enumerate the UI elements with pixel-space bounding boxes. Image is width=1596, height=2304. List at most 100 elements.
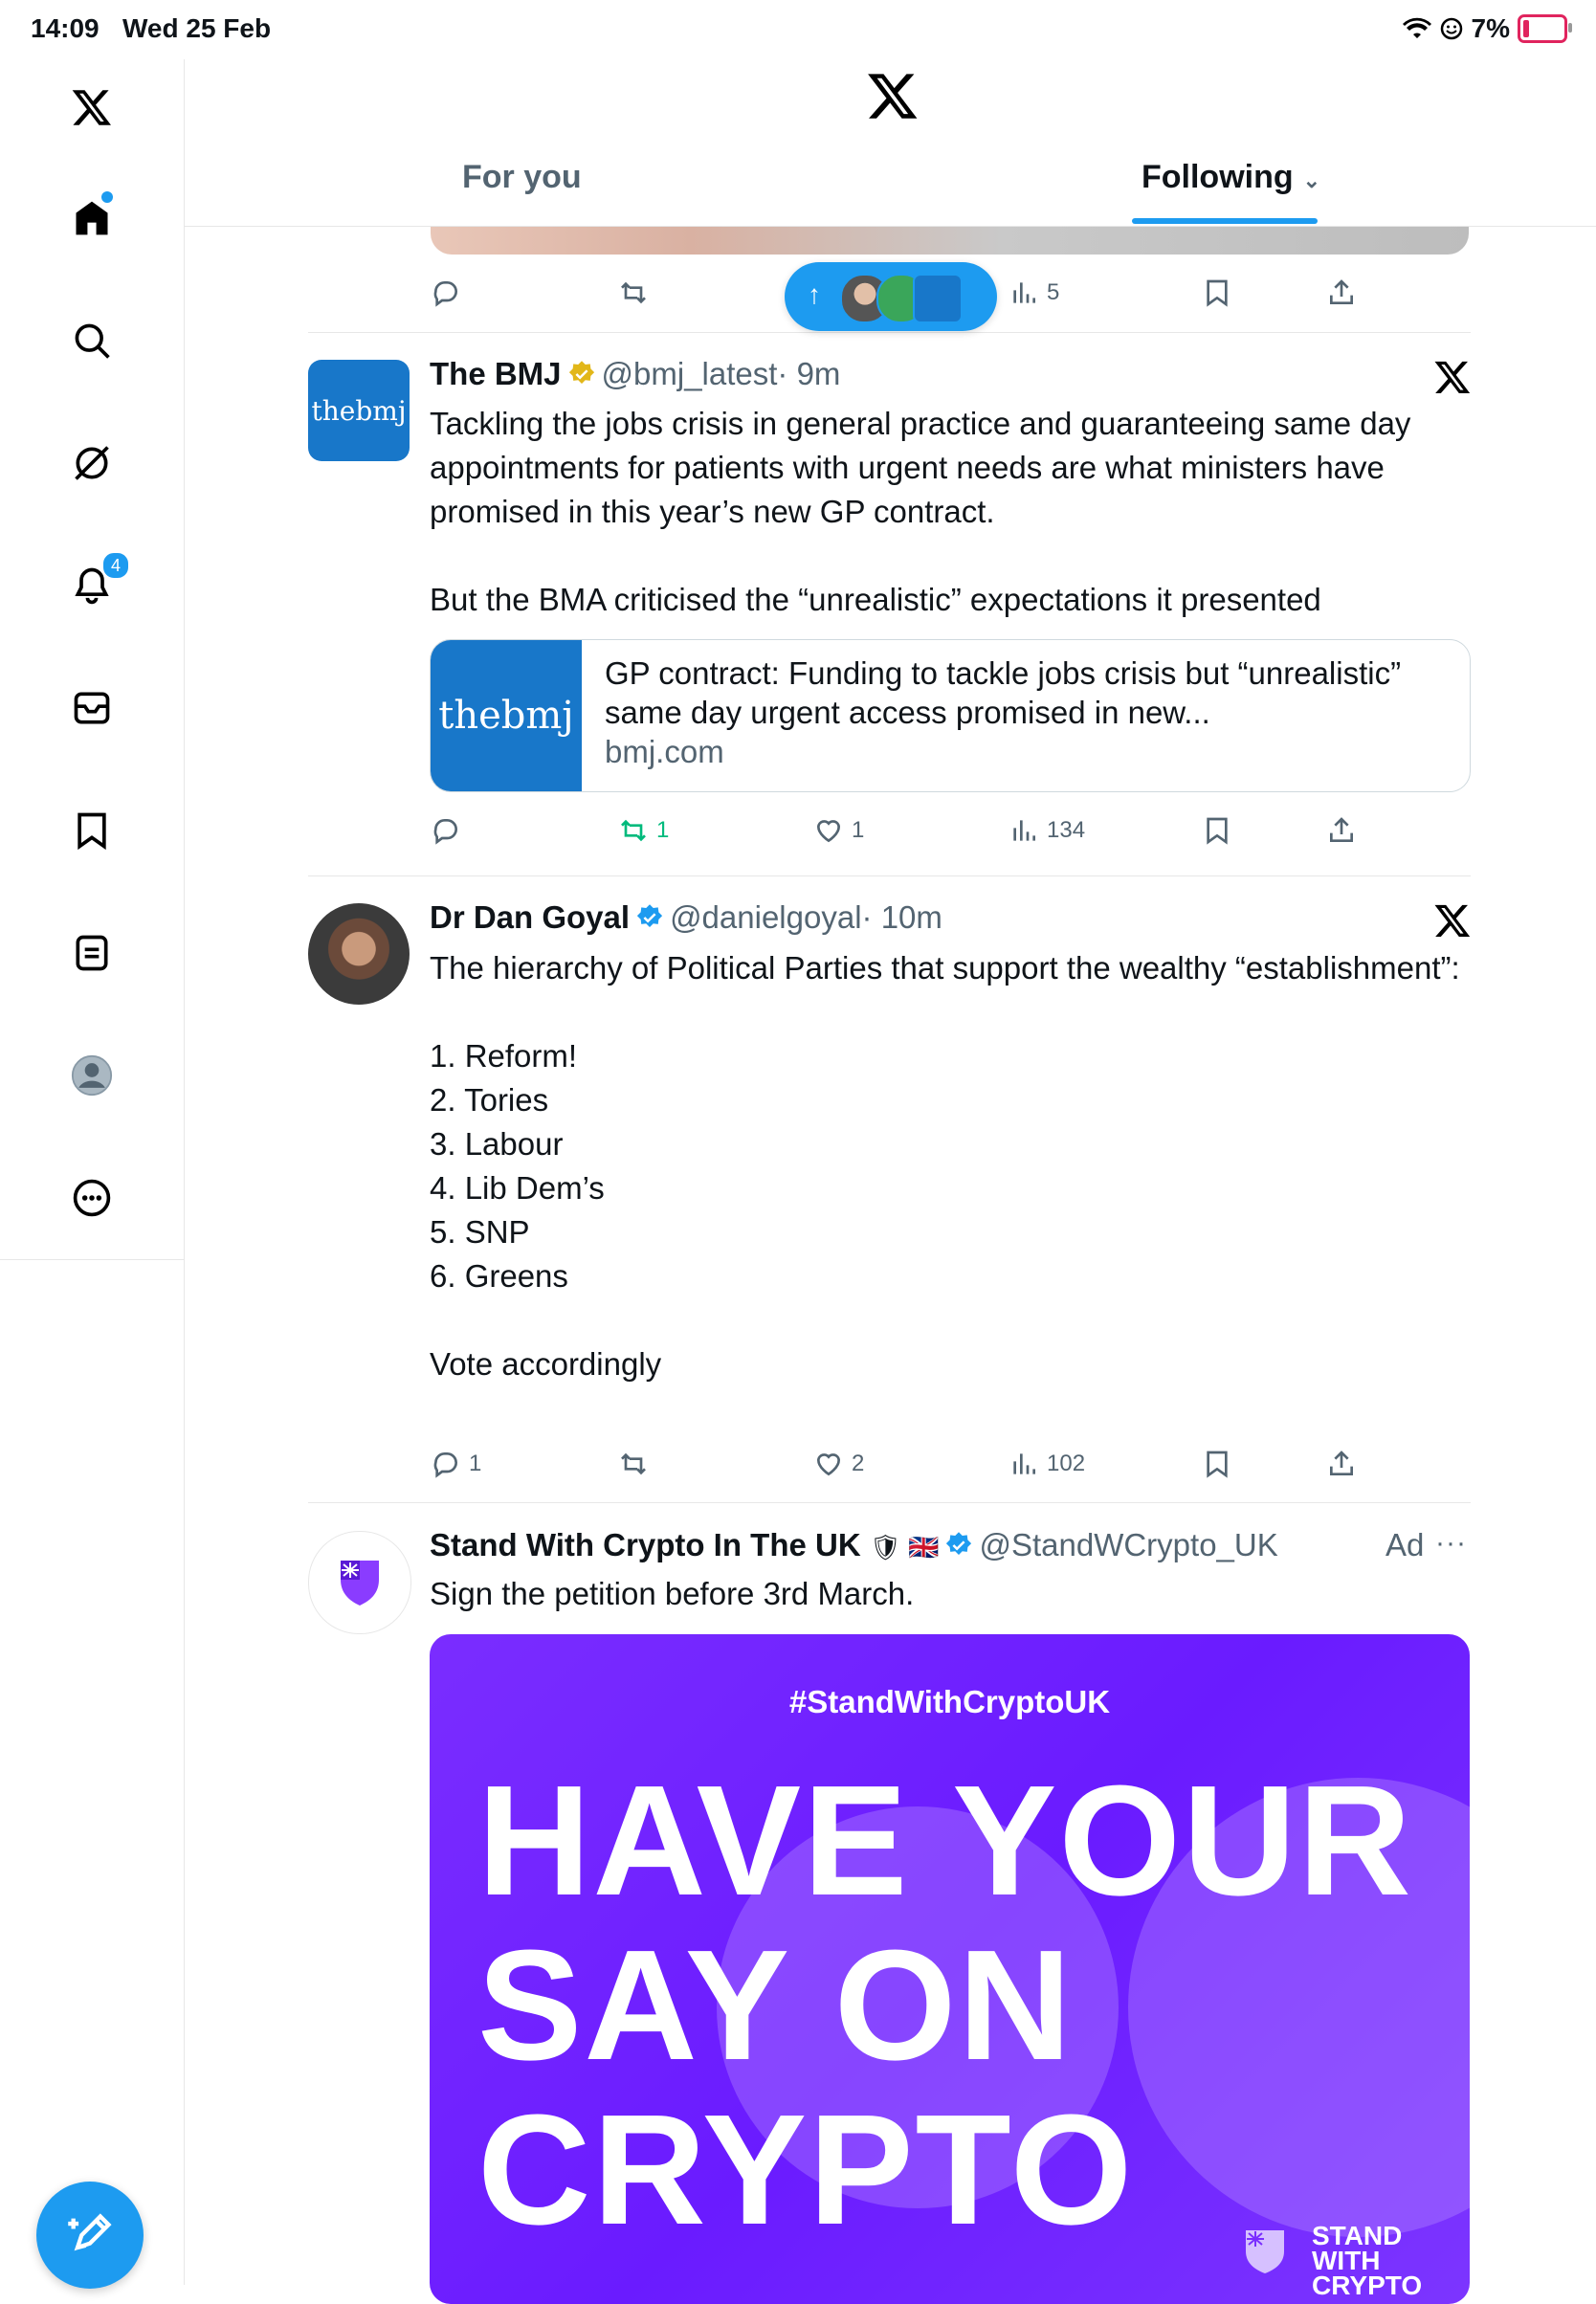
reply-button[interactable] bbox=[431, 809, 461, 852]
reply-count: 1 bbox=[469, 1451, 482, 1476]
link-card-thumbnail: thebmj bbox=[431, 640, 582, 791]
avatar[interactable] bbox=[308, 903, 410, 1005]
share-button[interactable] bbox=[1326, 1443, 1357, 1485]
views-count: 134 bbox=[1047, 817, 1086, 843]
tweet-text: Sign the petition before 3rd March. bbox=[430, 1576, 915, 1611]
reply-button[interactable] bbox=[431, 272, 461, 314]
tab-following-label: Following bbox=[1142, 159, 1294, 195]
author-handle[interactable]: @bmj_latest bbox=[602, 356, 778, 391]
like-button[interactable]: 1 bbox=[813, 809, 864, 852]
ad-hashtag: #StandWithCryptoUK bbox=[788, 1684, 1111, 1719]
share-icon bbox=[1330, 817, 1353, 842]
status-date: Wed 25 Feb bbox=[122, 13, 272, 43]
views-button[interactable]: 5 bbox=[1009, 272, 1059, 314]
sidebar-item-lists[interactable] bbox=[63, 924, 121, 982]
sidebar-item-grok[interactable] bbox=[63, 434, 121, 492]
heart-icon bbox=[816, 1453, 841, 1476]
share-button[interactable] bbox=[1326, 809, 1357, 852]
views-icon bbox=[1013, 820, 1035, 841]
grok-x-icon[interactable] bbox=[1433, 358, 1472, 396]
compose-button[interactable] bbox=[36, 2182, 144, 2289]
reply-icon bbox=[433, 281, 458, 307]
author-name[interactable]: The BMJ bbox=[430, 356, 562, 391]
bookmark-button[interactable] bbox=[1202, 272, 1232, 314]
tweet-actions: 1 1 134 bbox=[431, 809, 1387, 852]
share-icon bbox=[1330, 1451, 1353, 1475]
home-icon bbox=[76, 201, 108, 235]
avatar bbox=[913, 274, 963, 323]
tweet-header: The BMJ @bmj_latest· 9m bbox=[430, 356, 840, 392]
repost-button[interactable]: 1 bbox=[618, 809, 669, 852]
share-icon bbox=[1330, 279, 1353, 304]
envelope-icon bbox=[74, 692, 110, 724]
share-button[interactable] bbox=[1326, 272, 1357, 314]
home-unread-dot bbox=[101, 191, 113, 203]
wifi-icon bbox=[1402, 17, 1431, 38]
author-name[interactable]: Dr Dan Goyal bbox=[430, 899, 630, 935]
sidebar-item-bookmarks[interactable] bbox=[63, 802, 121, 859]
sidebar-item-more[interactable] bbox=[63, 1169, 121, 1227]
bookmark-icon bbox=[1207, 279, 1228, 307]
reply-icon bbox=[433, 1452, 458, 1478]
ad-headline: HAVE YOUR SAY ON CRYPTO bbox=[477, 1759, 1413, 2252]
link-card-title: GP contract: Funding to tackle jobs cris… bbox=[605, 655, 1402, 730]
list-icon bbox=[76, 935, 108, 971]
avatar-logo-text: thebmj bbox=[311, 394, 407, 427]
like-button[interactable]: 2 bbox=[813, 1443, 864, 1485]
avatar[interactable]: thebmj bbox=[308, 360, 410, 461]
link-card[interactable]: thebmj GP contract: Funding to tackle jo… bbox=[430, 639, 1471, 792]
like-count: 1 bbox=[852, 817, 865, 843]
ad-brand: STAND WITH CRYPTO bbox=[1312, 2223, 1422, 2299]
x-logo-icon[interactable] bbox=[63, 78, 121, 136]
tweet-divider bbox=[308, 1502, 1471, 1503]
sidebar-item-explore[interactable] bbox=[63, 312, 121, 369]
ad-image[interactable]: #StandWithCryptoUK HAVE YOUR SAY ON CRYP… bbox=[430, 1634, 1470, 2304]
shield-icon bbox=[341, 1561, 379, 1606]
author-handle[interactable]: @StandWCrypto_UK bbox=[979, 1527, 1277, 1562]
tab-for-you[interactable]: For you bbox=[462, 159, 582, 196]
new-posts-pill[interactable]: ↑ bbox=[785, 262, 997, 331]
views-button[interactable]: 102 bbox=[1009, 1443, 1085, 1485]
tweet-text: Tackling the jobs crisis in general prac… bbox=[430, 406, 1411, 617]
tweet-time[interactable]: · 9m bbox=[777, 356, 840, 391]
author-handle[interactable]: @danielgoyal bbox=[670, 899, 861, 935]
sidebar-item-notifications[interactable]: 4 bbox=[63, 551, 130, 614]
previous-tweet-image[interactable] bbox=[431, 226, 1469, 255]
status-right: 7% bbox=[1402, 13, 1572, 44]
more-options-button[interactable]: ··· bbox=[1435, 1527, 1467, 1560]
ad-headline-line: HAVE YOUR bbox=[477, 1753, 1413, 1928]
grok-x-icon[interactable] bbox=[1433, 901, 1472, 940]
heart-icon bbox=[816, 820, 841, 843]
repost-button[interactable] bbox=[618, 1443, 649, 1485]
x-logo-icon[interactable] bbox=[866, 69, 920, 122]
author-name[interactable]: Stand With Crypto In The UK bbox=[430, 1527, 861, 1562]
sidebar: 4 bbox=[0, 59, 185, 2289]
chevron-down-icon[interactable]: ⌄ bbox=[1303, 168, 1320, 192]
tweet-actions: 1 2 102 bbox=[431, 1443, 1387, 1485]
views-count: 102 bbox=[1047, 1451, 1086, 1476]
search-icon bbox=[75, 323, 110, 359]
ad-label: Ad bbox=[1385, 1527, 1425, 1562]
tweet-divider bbox=[308, 875, 1471, 876]
avatar[interactable] bbox=[308, 1531, 411, 1634]
tab-following[interactable]: Following ⌄ bbox=[1142, 159, 1320, 196]
tweet-divider bbox=[308, 332, 1471, 333]
views-button[interactable]: 134 bbox=[1009, 809, 1085, 852]
sidebar-item-home[interactable] bbox=[63, 189, 121, 247]
tweet-header: Stand With Crypto In The UK 🛡 🇬🇧 @StandWC… bbox=[430, 1527, 1278, 1563]
bookmark-button[interactable] bbox=[1202, 809, 1232, 852]
thumbnail-logo-text: thebmj bbox=[438, 694, 574, 738]
like-count: 2 bbox=[852, 1451, 865, 1476]
verified-gold-icon bbox=[568, 361, 594, 384]
more-icon bbox=[73, 1179, 111, 1217]
sidebar-item-messages[interactable] bbox=[63, 679, 121, 737]
views-icon bbox=[1013, 1453, 1035, 1474]
tweet-header: Dr Dan Goyal @danielgoyal· 10m bbox=[430, 899, 942, 936]
tweet-time[interactable]: · 10m bbox=[862, 899, 942, 935]
repost-button[interactable] bbox=[618, 272, 649, 314]
grok-icon bbox=[75, 446, 109, 480]
bookmark-button[interactable] bbox=[1202, 1443, 1232, 1485]
sidebar-item-profile[interactable] bbox=[63, 1047, 121, 1104]
status-bar: 14:09 Wed 25 Feb 7% bbox=[0, 0, 1596, 59]
reply-button[interactable]: 1 bbox=[431, 1443, 481, 1485]
